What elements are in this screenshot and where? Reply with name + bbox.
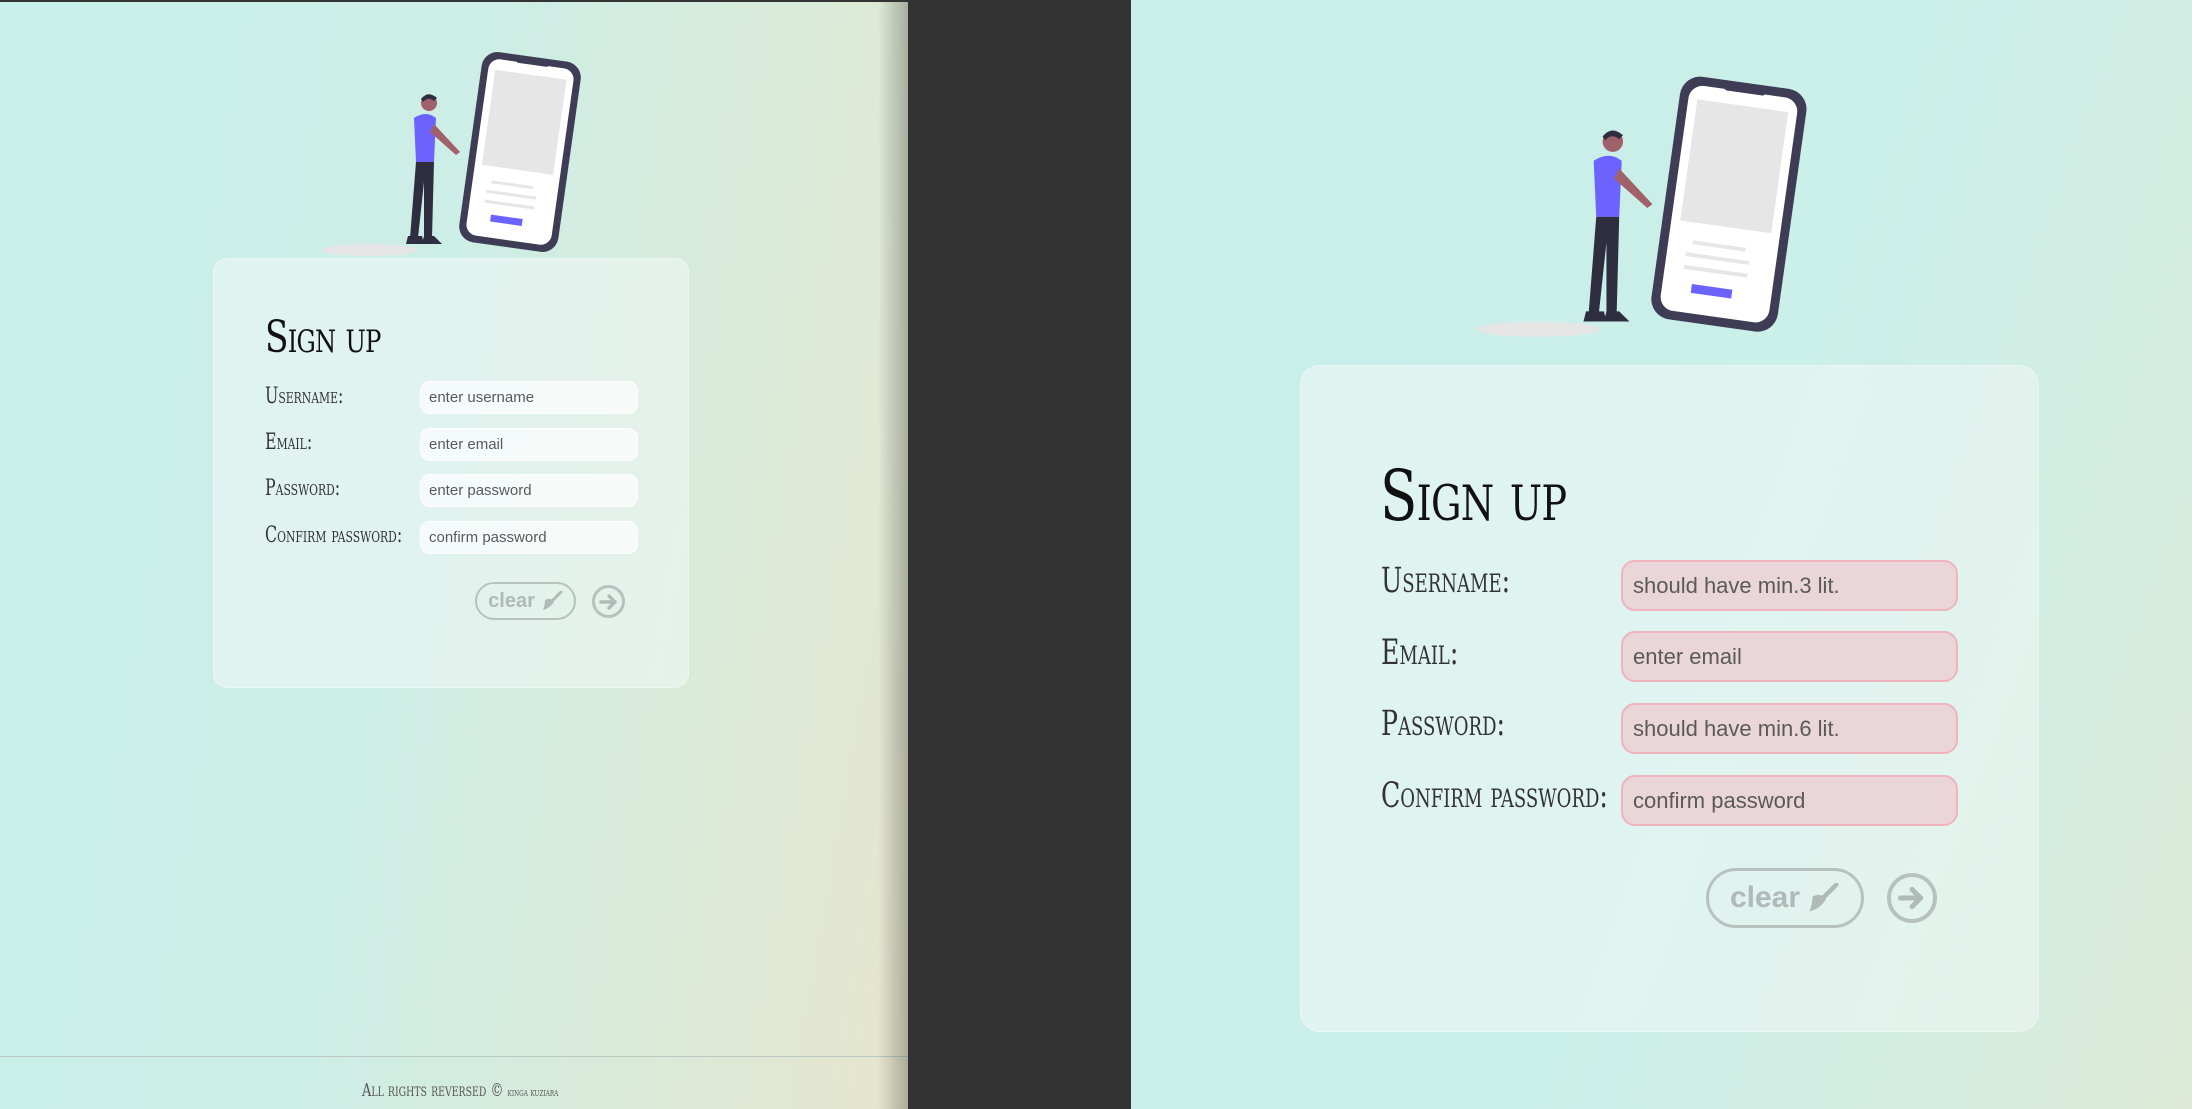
username-label: Username: [1381, 561, 1511, 601]
page-title: Sign up [1380, 455, 1567, 537]
clear-label: clear [1729, 881, 1801, 914]
footer-rights: All rights reversed © [362, 1080, 504, 1101]
next-button[interactable] [592, 585, 625, 618]
signup-illustration [322, 52, 581, 256]
username-input[interactable] [1621, 560, 1958, 611]
broom-icon [542, 591, 563, 610]
clear-button[interactable]: clear [1706, 868, 1864, 928]
footer-divider [0, 1056, 908, 1057]
username-input[interactable] [420, 381, 638, 414]
confirm-password-label: Confirm password: [1381, 776, 1608, 816]
arrow-right-icon [598, 593, 617, 610]
confirm-password-input[interactable] [420, 521, 638, 554]
confirm-password-input[interactable] [1621, 775, 1958, 826]
left-window: Sign up Username: Email: Password: Confi… [0, 0, 908, 1109]
signup-illustration [1476, 76, 1807, 337]
footer: All rights reversed © kinga kuziara [362, 1080, 558, 1101]
broom-icon [1809, 883, 1839, 912]
password-input[interactable] [1621, 703, 1958, 754]
right-window: Sign up Username: Email: Password: Confi… [1131, 0, 2192, 1109]
password-label: Password: [265, 476, 341, 501]
window-gap [908, 0, 1131, 1109]
email-input[interactable] [420, 428, 638, 461]
signup-card: Sign up Username: Email: Password: Confi… [1300, 365, 2039, 1032]
arrow-right-icon [1897, 886, 1924, 910]
email-input[interactable] [1621, 631, 1958, 682]
password-input[interactable] [420, 474, 638, 507]
clear-label: clear [488, 589, 535, 612]
email-label: Email: [1381, 633, 1459, 673]
page-title: Sign up [265, 312, 381, 363]
signup-card: Sign up Username: Email: Password: Confi… [213, 258, 689, 688]
password-label: Password: [1381, 704, 1506, 744]
clear-button[interactable]: clear [475, 582, 576, 620]
email-label: Email: [265, 430, 313, 455]
confirm-password-label: Confirm password: [265, 523, 403, 548]
username-label: Username: [265, 384, 344, 409]
footer-author: kinga kuziara [507, 1086, 559, 1099]
next-button[interactable] [1887, 873, 1937, 923]
